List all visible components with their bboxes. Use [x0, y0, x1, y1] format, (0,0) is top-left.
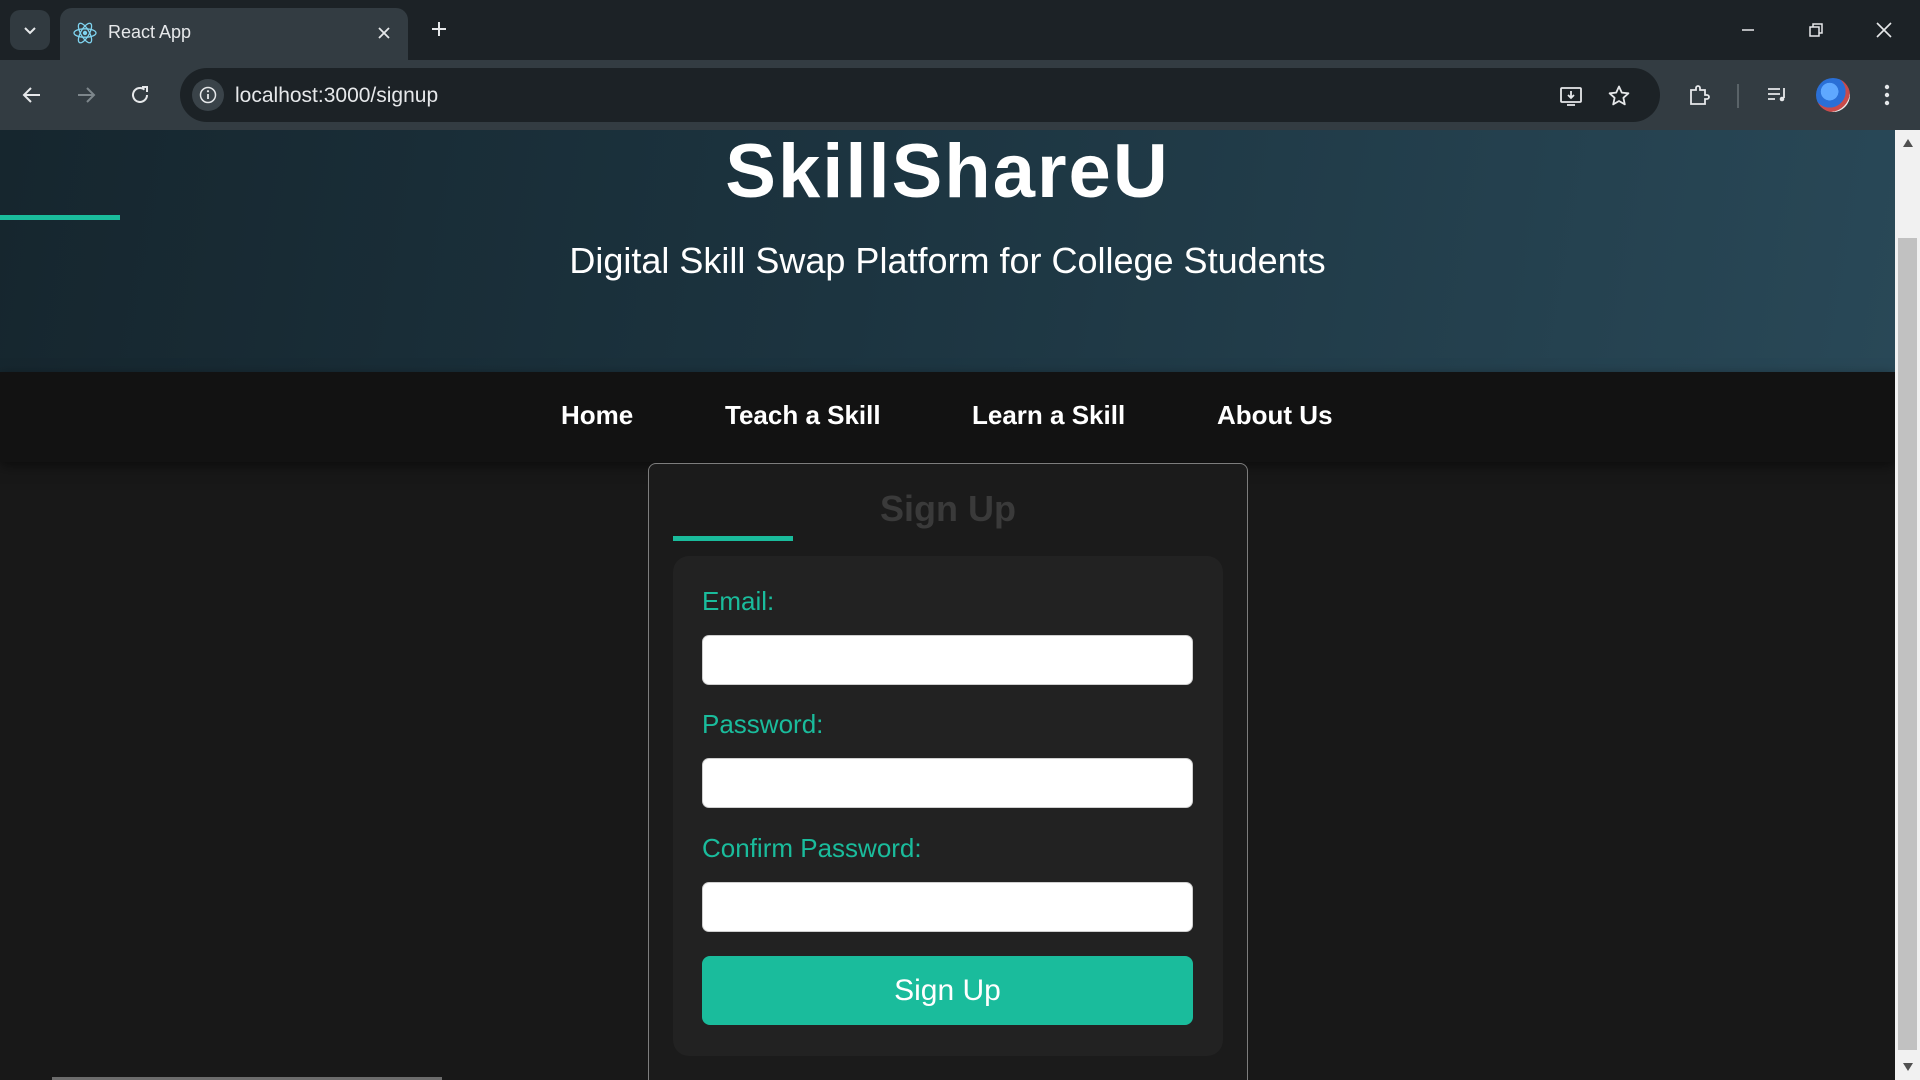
install-app-button[interactable]	[1556, 81, 1586, 111]
extensions-icon	[1690, 85, 1710, 105]
browser-tab-active[interactable]: React App	[60, 8, 408, 60]
back-icon	[22, 87, 40, 103]
more-vert-icon	[1884, 84, 1890, 106]
restore-icon	[1809, 23, 1823, 37]
main-nav: Home Teach a Skill Learn a Skill About U…	[0, 372, 1895, 462]
window-restore-button[interactable]	[1796, 10, 1836, 50]
nav-link-learn-a-skill[interactable]: Learn a Skill	[972, 400, 1125, 431]
address-bar[interactable]: localhost:3000/signup	[180, 68, 1660, 122]
confirm-password-field[interactable]	[702, 882, 1193, 932]
react-favicon-icon	[73, 22, 97, 44]
profile-avatar[interactable]	[1816, 78, 1850, 112]
scroll-thumb[interactable]	[1898, 238, 1917, 1050]
new-tab-button[interactable]	[424, 14, 454, 44]
toolbar-separator	[1737, 84, 1739, 108]
bookmark-button[interactable]	[1604, 81, 1634, 111]
confirm-password-label: Confirm Password:	[702, 833, 922, 863]
back-button[interactable]	[14, 77, 50, 113]
nav-link-teach-a-skill[interactable]: Teach a Skill	[725, 400, 881, 431]
install-app-icon	[1560, 87, 1582, 106]
scroll-up-button[interactable]	[1895, 132, 1920, 154]
signup-submit-button[interactable]: Sign Up	[702, 956, 1193, 1025]
signup-form: Email: Password: Confirm Password: Sign …	[673, 556, 1223, 1056]
scroll-down-button[interactable]	[1895, 1056, 1920, 1078]
password-label: Password:	[702, 709, 824, 739]
signup-card: Sign Up Email: Password: Confirm Passwor…	[648, 463, 1248, 1080]
plus-icon	[432, 22, 446, 36]
arrow-down-icon	[1902, 1063, 1913, 1071]
arrow-up-icon	[1902, 139, 1913, 147]
site-title: SkillShareU	[725, 130, 1170, 214]
nav-link-about-us[interactable]: About Us	[1217, 400, 1333, 431]
close-icon	[378, 27, 390, 39]
browser-menu-button[interactable]	[1870, 78, 1904, 112]
star-icon	[1608, 85, 1630, 106]
browser-toolbar: localhost:3000/signup	[0, 60, 1920, 130]
chevron-down-icon	[24, 27, 36, 35]
close-icon	[1876, 22, 1892, 38]
email-label: Email:	[702, 586, 775, 616]
email-field[interactable]	[702, 635, 1193, 685]
browser-tab-strip: React App	[0, 0, 1920, 60]
page-viewport: SkillShareU Digital Skill Swap Platform …	[0, 130, 1895, 1080]
page-scrollbar[interactable]	[1895, 130, 1920, 1080]
forward-button[interactable]	[68, 77, 104, 113]
media-controls-button[interactable]	[1760, 78, 1794, 112]
reload-button[interactable]	[122, 77, 158, 113]
site-info-button[interactable]	[192, 79, 224, 111]
site-subtitle: Digital Skill Swap Platform for College …	[569, 240, 1326, 281]
forward-icon	[78, 87, 96, 103]
media-controls-icon	[1768, 88, 1785, 102]
reload-icon	[132, 86, 148, 103]
nav-link-home[interactable]: Home	[561, 400, 633, 431]
url-text: localhost:3000/signup	[235, 84, 439, 107]
info-icon	[199, 86, 217, 104]
tab-title: React App	[108, 22, 192, 42]
header-accent-bar	[0, 215, 120, 220]
signup-title: Sign Up	[880, 488, 1016, 529]
window-close-button[interactable]	[1864, 10, 1904, 50]
tab-list-button[interactable]	[10, 10, 50, 50]
site-header: SkillShareU Digital Skill Swap Platform …	[0, 130, 1895, 372]
minimize-icon	[1742, 29, 1754, 31]
password-field[interactable]	[702, 758, 1193, 808]
window-minimize-button[interactable]	[1728, 10, 1768, 50]
extensions-button[interactable]	[1682, 78, 1716, 112]
tab-close-button[interactable]	[372, 21, 396, 45]
signup-accent-bar	[673, 536, 793, 541]
